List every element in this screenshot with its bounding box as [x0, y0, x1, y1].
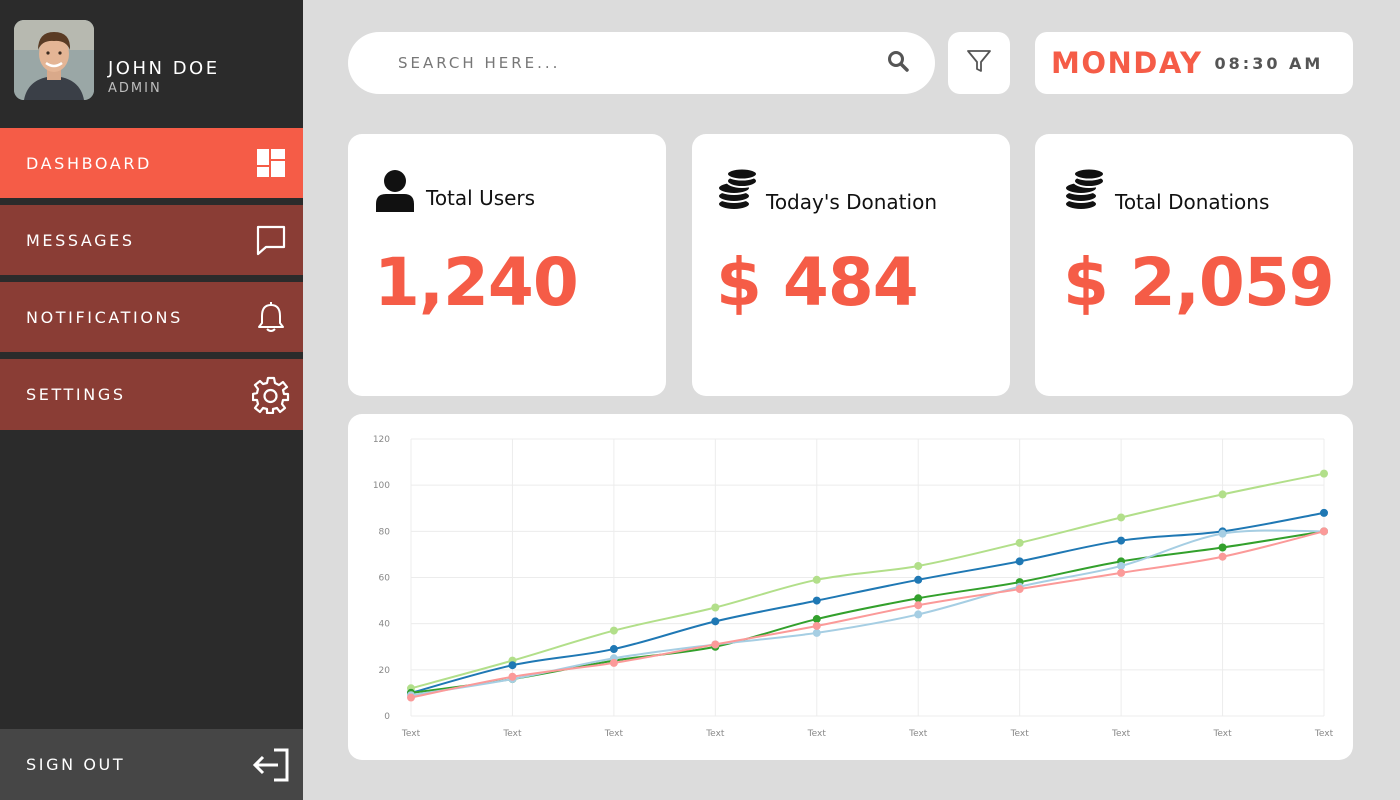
- stat-label: Total Donations: [1115, 190, 1270, 214]
- data-point: [1117, 536, 1126, 545]
- data-point: [711, 640, 720, 649]
- data-point: [812, 596, 821, 605]
- data-point: [914, 610, 923, 619]
- data-point: [1218, 490, 1227, 499]
- x-tick-label: Text: [502, 729, 522, 739]
- y-tick-label: 100: [373, 481, 390, 491]
- stat-label: Today's Donation: [766, 190, 937, 214]
- series-line-3: [410, 530, 1325, 694]
- chart-card: 0 20 40 60 80 100 120 Text Text Text Text Text Text T…: [348, 414, 1353, 760]
- filter-button[interactable]: [948, 32, 1010, 94]
- x-tick-label: Text: [908, 729, 928, 739]
- user-icon: [374, 168, 416, 216]
- stat-card-total-users: Total Users 1,240: [348, 134, 666, 396]
- coins-icon: [1063, 167, 1107, 216]
- clock-widget: MONDAY 08:30 AM: [1035, 32, 1353, 94]
- logout-icon: [251, 745, 291, 785]
- signout-label: SIGN OUT: [26, 755, 126, 774]
- data-point: [609, 645, 618, 654]
- sidebar: JOHN DOE ADMIN DASHBOARD MESSAGES NOTIFI…: [0, 0, 303, 800]
- message-icon: [251, 220, 291, 260]
- data-point: [508, 661, 517, 670]
- nav-item-dashboard[interactable]: DASHBOARD: [0, 128, 303, 198]
- nav-item-label: DASHBOARD: [26, 153, 152, 173]
- data-point: [914, 575, 923, 584]
- data-point: [914, 594, 923, 603]
- data-point: [609, 626, 618, 635]
- nav-item-messages[interactable]: MESSAGES: [0, 205, 303, 275]
- dashboard-icon: [251, 143, 291, 183]
- data-point: [1320, 508, 1328, 517]
- clock-time: 08:30 AM: [1214, 53, 1324, 73]
- data-point: [1218, 543, 1227, 552]
- x-tick-label: Text: [1010, 729, 1030, 739]
- data-point: [1015, 557, 1024, 566]
- data-point: [1320, 469, 1328, 478]
- coins-icon: [716, 167, 760, 216]
- y-tick-label: 0: [384, 712, 390, 722]
- data-point: [1218, 552, 1227, 561]
- data-point: [407, 693, 415, 702]
- y-tick-label: 20: [379, 666, 391, 676]
- data-point: [1015, 585, 1024, 594]
- stat-value: 1,240: [374, 244, 579, 321]
- x-tick-label: Text: [604, 729, 624, 739]
- data-point: [812, 615, 821, 624]
- stat-label: Total Users: [426, 186, 536, 210]
- x-tick-label: Text: [807, 729, 827, 739]
- search-bar: [348, 32, 935, 94]
- nav-item-notifications[interactable]: NOTIFICATIONS: [0, 282, 303, 352]
- y-tick-label: 120: [373, 435, 390, 445]
- data-point: [914, 561, 923, 570]
- data-point: [812, 575, 821, 584]
- user-role: ADMIN: [108, 81, 162, 96]
- data-point: [1117, 513, 1126, 522]
- user-profile: JOHN DOE ADMIN: [0, 0, 303, 128]
- series-line-2: [410, 511, 1325, 694]
- data-point: [914, 601, 923, 610]
- data-point: [812, 628, 821, 637]
- data-point: [1117, 568, 1126, 577]
- avatar[interactable]: [14, 20, 94, 100]
- data-point: [508, 672, 517, 681]
- data-point: [1117, 561, 1126, 570]
- data-point: [1218, 529, 1227, 538]
- y-tick-label: 80: [379, 527, 391, 537]
- data-point: [711, 603, 720, 612]
- series-line-4: [410, 529, 1325, 697]
- data-point: [812, 621, 821, 630]
- stat-value: $ 484: [716, 244, 919, 321]
- line-chart: 0 20 40 60 80 100 120 Text Text Text Text Text Text T…: [373, 435, 1334, 739]
- nav-item-settings[interactable]: SETTINGS: [0, 359, 303, 430]
- data-point: [1015, 538, 1024, 547]
- data-point: [609, 658, 618, 667]
- nav-item-label: SETTINGS: [26, 385, 126, 404]
- data-point: [711, 617, 720, 626]
- bell-icon: [251, 297, 291, 337]
- search-icon[interactable]: [887, 50, 909, 76]
- filter-icon: [966, 48, 992, 78]
- clock-day: MONDAY: [1051, 46, 1203, 80]
- x-tick-label: Text: [401, 729, 421, 739]
- signout-button[interactable]: SIGN OUT: [0, 729, 303, 800]
- nav-item-label: MESSAGES: [26, 230, 135, 250]
- stat-card-total-donations: Total Donations $ 2,059: [1035, 134, 1353, 396]
- y-tick-label: 40: [379, 620, 391, 630]
- x-tick-label: Text: [705, 729, 725, 739]
- x-tick-label: Text: [1314, 729, 1334, 739]
- data-point: [1320, 527, 1328, 536]
- gear-icon: [251, 375, 291, 415]
- stat-value: $ 2,059: [1063, 244, 1335, 321]
- series-line-5: [410, 530, 1325, 699]
- user-name: JOHN DOE: [108, 58, 220, 79]
- nav-item-label: NOTIFICATIONS: [26, 307, 183, 327]
- y-tick-label: 60: [379, 574, 391, 584]
- x-tick-label: Text: [1111, 729, 1131, 739]
- x-tick-label: Text: [1212, 729, 1232, 739]
- series-line-1: [410, 472, 1325, 690]
- search-input[interactable]: [398, 54, 887, 72]
- stat-card-todays-donation: Today's Donation $ 484: [692, 134, 1010, 396]
